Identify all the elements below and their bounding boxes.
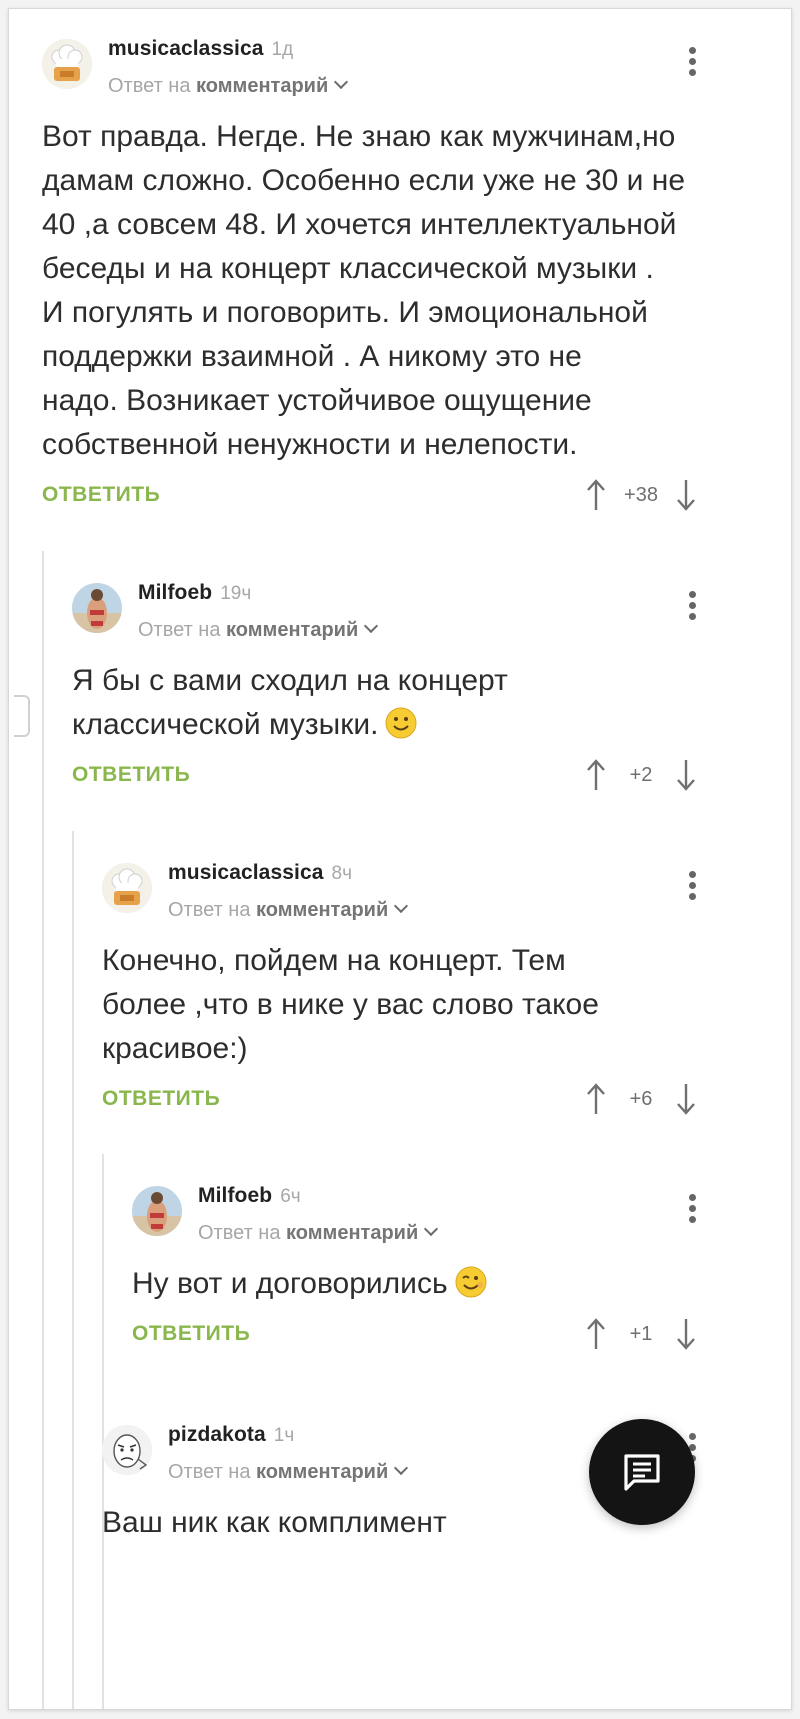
- reply-to-target: комментарий: [256, 1461, 389, 1483]
- rating-score: +6: [629, 1087, 653, 1110]
- beach-photo-avatar-icon: [132, 1186, 182, 1236]
- chevron-down-icon: [334, 74, 349, 90]
- beach-photo-avatar-icon: [72, 583, 122, 633]
- rating-score: +1: [629, 1322, 653, 1345]
- rating-score: +38: [624, 483, 658, 506]
- comment-footer: ОТВЕТИТЬ +2: [72, 747, 704, 803]
- thread-line: [42, 551, 44, 1709]
- vote-controls: +38: [578, 475, 704, 515]
- rating-score: +2: [629, 763, 653, 786]
- comment-header: musicaclassica 8ч Ответ на комментарий: [102, 853, 704, 939]
- chevron-down-icon: [394, 1460, 409, 1476]
- username[interactable]: musicaclassica: [108, 37, 264, 60]
- reply-button[interactable]: ОТВЕТИТЬ: [42, 483, 160, 507]
- comment-footer: ОТВЕТИТЬ +1: [132, 1306, 704, 1362]
- arrow-down-icon[interactable]: [668, 755, 704, 795]
- more-vertical-icon[interactable]: [680, 1194, 704, 1234]
- comment-meta: Milfoeb 19ч Ответ на комментарий: [138, 581, 379, 642]
- reply-button[interactable]: ОТВЕТИТЬ: [102, 1087, 220, 1111]
- comment-header: musicaclassica 1д Ответ на комментарий: [42, 29, 704, 115]
- reply-to-target: комментарий: [286, 1222, 419, 1244]
- reply-to-prefix: Ответ на: [138, 619, 221, 641]
- more-vertical-icon[interactable]: [680, 591, 704, 631]
- arrow-up-icon[interactable]: [578, 1314, 614, 1354]
- reply-to-link[interactable]: Ответ на комментарий: [198, 1221, 439, 1245]
- comment: Milfoeb 19ч Ответ на комментарий Я бы с в…: [72, 573, 704, 803]
- comment-meta: Milfoeb 6ч Ответ на комментарий: [198, 1184, 439, 1245]
- username[interactable]: Milfoeb: [198, 1184, 272, 1207]
- more-vertical-icon[interactable]: [680, 871, 704, 911]
- chevron-down-icon: [364, 618, 379, 634]
- thread-line: [102, 1154, 104, 1394]
- reply-button[interactable]: ОТВЕТИТЬ: [132, 1322, 250, 1346]
- arrow-up-icon[interactable]: [578, 475, 614, 515]
- reply-to-link[interactable]: Ответ на комментарий: [168, 898, 409, 922]
- meme-face-avatar-icon: [102, 1425, 152, 1475]
- chef-hat-avatar-icon: [102, 863, 152, 913]
- username[interactable]: Milfoeb: [138, 581, 212, 604]
- avatar[interactable]: [72, 583, 122, 633]
- vote-controls: +1: [578, 1314, 704, 1354]
- comment-footer: ОТВЕТИТЬ +6: [102, 1071, 704, 1127]
- reply-to-link[interactable]: Ответ на комментарий: [168, 1460, 409, 1484]
- comment-text: Ну вот и договорились: [132, 1262, 704, 1306]
- comment-meta: musicaclassica 1д Ответ на комментарий: [108, 37, 349, 98]
- reply-to-target: комментарий: [226, 619, 359, 641]
- thread-line: [72, 831, 74, 1709]
- comment-compose-button[interactable]: [589, 1419, 695, 1525]
- reply-to-target: комментарий: [256, 899, 389, 921]
- smile-emoji-icon: [384, 706, 418, 740]
- comment-meta: musicaclassica 8ч Ответ на комментарий: [168, 861, 409, 922]
- comment-meta: pizdakota 1ч Ответ на комментарий: [168, 1423, 409, 1484]
- reply-button[interactable]: ОТВЕТИТЬ: [72, 763, 190, 787]
- reply-to-prefix: Ответ на: [198, 1222, 281, 1244]
- avatar[interactable]: [132, 1186, 182, 1236]
- reply-to-prefix: Ответ на: [168, 1461, 251, 1483]
- comment-footer: ОТВЕТИТЬ +38: [42, 467, 704, 523]
- reply-to-target: комментарий: [196, 75, 329, 97]
- username[interactable]: musicaclassica: [168, 861, 324, 884]
- reply-to-link[interactable]: Ответ на комментарий: [138, 618, 379, 642]
- avatar[interactable]: [102, 1425, 152, 1475]
- comment-text-content: Ну вот и договорились: [132, 1267, 448, 1300]
- arrow-down-icon[interactable]: [668, 475, 704, 515]
- arrow-down-icon[interactable]: [668, 1314, 704, 1354]
- comment: Milfoeb 6ч Ответ на комментарий Ну вот и …: [132, 1176, 704, 1362]
- arrow-down-icon[interactable]: [668, 1079, 704, 1119]
- arrow-up-icon[interactable]: [578, 1079, 614, 1119]
- timestamp: 1ч: [273, 1425, 295, 1446]
- comment-text: Я бы с вами сходил на концерт классическ…: [72, 659, 704, 747]
- comment: musicaclassica 8ч Ответ на комментарий Ко…: [102, 853, 704, 1127]
- timestamp: 1д: [271, 39, 294, 60]
- comments-screen: musicaclassica 1д Ответ на комментарий Во…: [8, 8, 792, 1710]
- comment-text-content: Я бы с вами сходил на концерт классическ…: [72, 664, 508, 741]
- reply-to-link[interactable]: Ответ на комментарий: [108, 74, 349, 98]
- comment-header: Milfoeb 6ч Ответ на комментарий: [132, 1176, 704, 1262]
- arrow-up-icon[interactable]: [578, 755, 614, 795]
- vote-controls: +6: [578, 1079, 704, 1119]
- reply-to-prefix: Ответ на: [168, 899, 251, 921]
- reply-to-prefix: Ответ на: [108, 75, 191, 97]
- avatar[interactable]: [102, 863, 152, 913]
- side-panel-handle[interactable]: [14, 695, 30, 737]
- comment-text: Конечно, пойдем на концерт. Тем более ,ч…: [102, 944, 599, 1065]
- chef-hat-avatar-icon: [42, 39, 92, 89]
- wink-emoji-icon: [454, 1265, 488, 1299]
- timestamp: 6ч: [280, 1186, 301, 1207]
- avatar[interactable]: [42, 39, 92, 89]
- chevron-down-icon: [394, 898, 409, 914]
- timestamp: 19ч: [220, 583, 252, 604]
- timestamp: 8ч: [331, 863, 352, 884]
- vote-controls: +2: [578, 755, 704, 795]
- comment: musicaclassica 1д Ответ на комментарий Во…: [42, 29, 704, 523]
- username[interactable]: pizdakota: [168, 1423, 266, 1446]
- comment-header: Milfoeb 19ч Ответ на комментарий: [72, 573, 704, 659]
- chevron-down-icon: [424, 1221, 439, 1237]
- more-vertical-icon[interactable]: [680, 47, 704, 87]
- comment-text: Вот правда. Негде. Не знаю как мужчинам,…: [42, 120, 686, 461]
- comment-compose-icon: [624, 1454, 660, 1491]
